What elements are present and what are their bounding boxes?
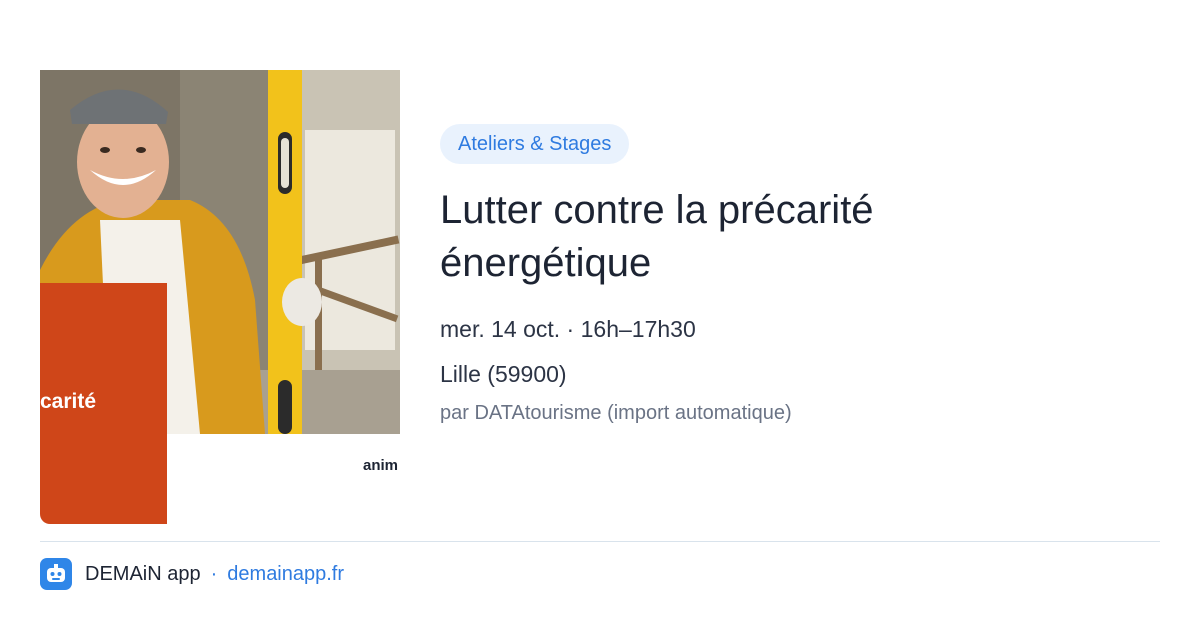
- footer-separator: ·: [210, 562, 218, 585]
- event-photo-graphic: [40, 70, 400, 524]
- image-overlay-text: carité: [40, 390, 97, 413]
- footer: DEMAiN app · demainapp.fr: [40, 558, 344, 590]
- robot-face-icon: [40, 558, 72, 590]
- image-corner-text: anim: [362, 457, 398, 474]
- divider: [40, 541, 1160, 542]
- app-name: DEMAiN app: [85, 562, 201, 585]
- event-source: par DATAtourisme (import automatique): [440, 402, 792, 424]
- event-image[interactable]: carité anim: [40, 70, 400, 524]
- app-url-link[interactable]: demainapp.fr: [227, 563, 344, 586]
- event-date-time: mer. 14 oct. · 16h–17h30: [440, 316, 696, 342]
- category-badge[interactable]: Ateliers & Stages: [440, 124, 630, 164]
- event-details: Ateliers & Stages Lutter contre la préca…: [440, 124, 1160, 426]
- event-title[interactable]: Lutter contre la précarité énergétique: [440, 184, 1000, 290]
- event-location: Lille (59900): [440, 361, 567, 387]
